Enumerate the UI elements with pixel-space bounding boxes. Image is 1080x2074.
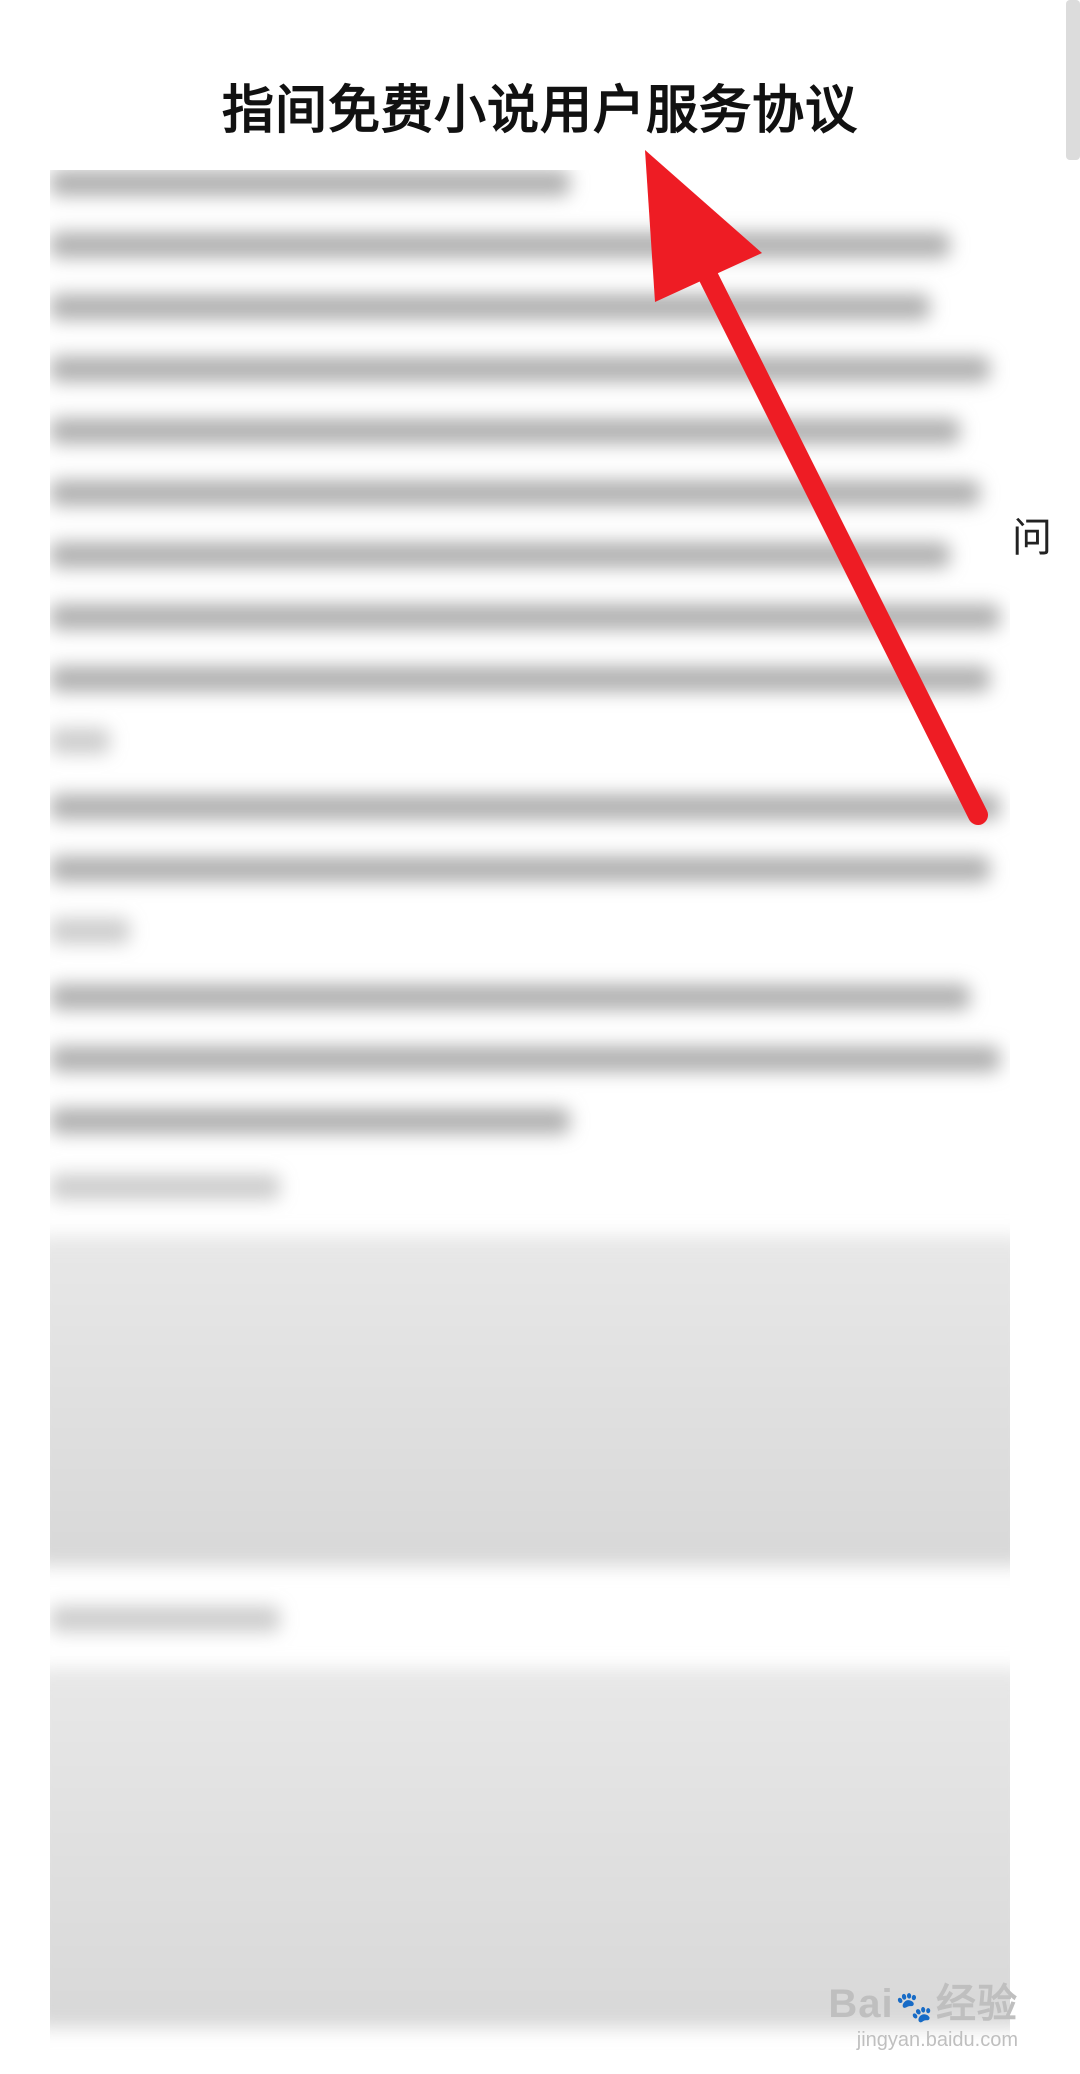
red-arrow-annotation bbox=[645, 150, 988, 825]
watermark-logo-text: 经验 bbox=[936, 1982, 1018, 2026]
watermark-url: jingyan.baidu.com bbox=[856, 2029, 1018, 2051]
arrow-shaft bbox=[680, 230, 988, 825]
watermark-logo: Bai🐾经验 bbox=[828, 1971, 1018, 2029]
document-viewer: 指间免费小说用户服务协议 问 Bai🐾经验 jingyan.baidu.com bbox=[0, 0, 1080, 2074]
watermark-logo-text: Bai bbox=[828, 1982, 894, 2026]
arrow-head-icon bbox=[645, 150, 762, 302]
paw-icon: 🐾 bbox=[895, 1991, 934, 2024]
baidu-jingyan-watermark: Bai🐾经验 jingyan.baidu.com bbox=[828, 1971, 1018, 2052]
